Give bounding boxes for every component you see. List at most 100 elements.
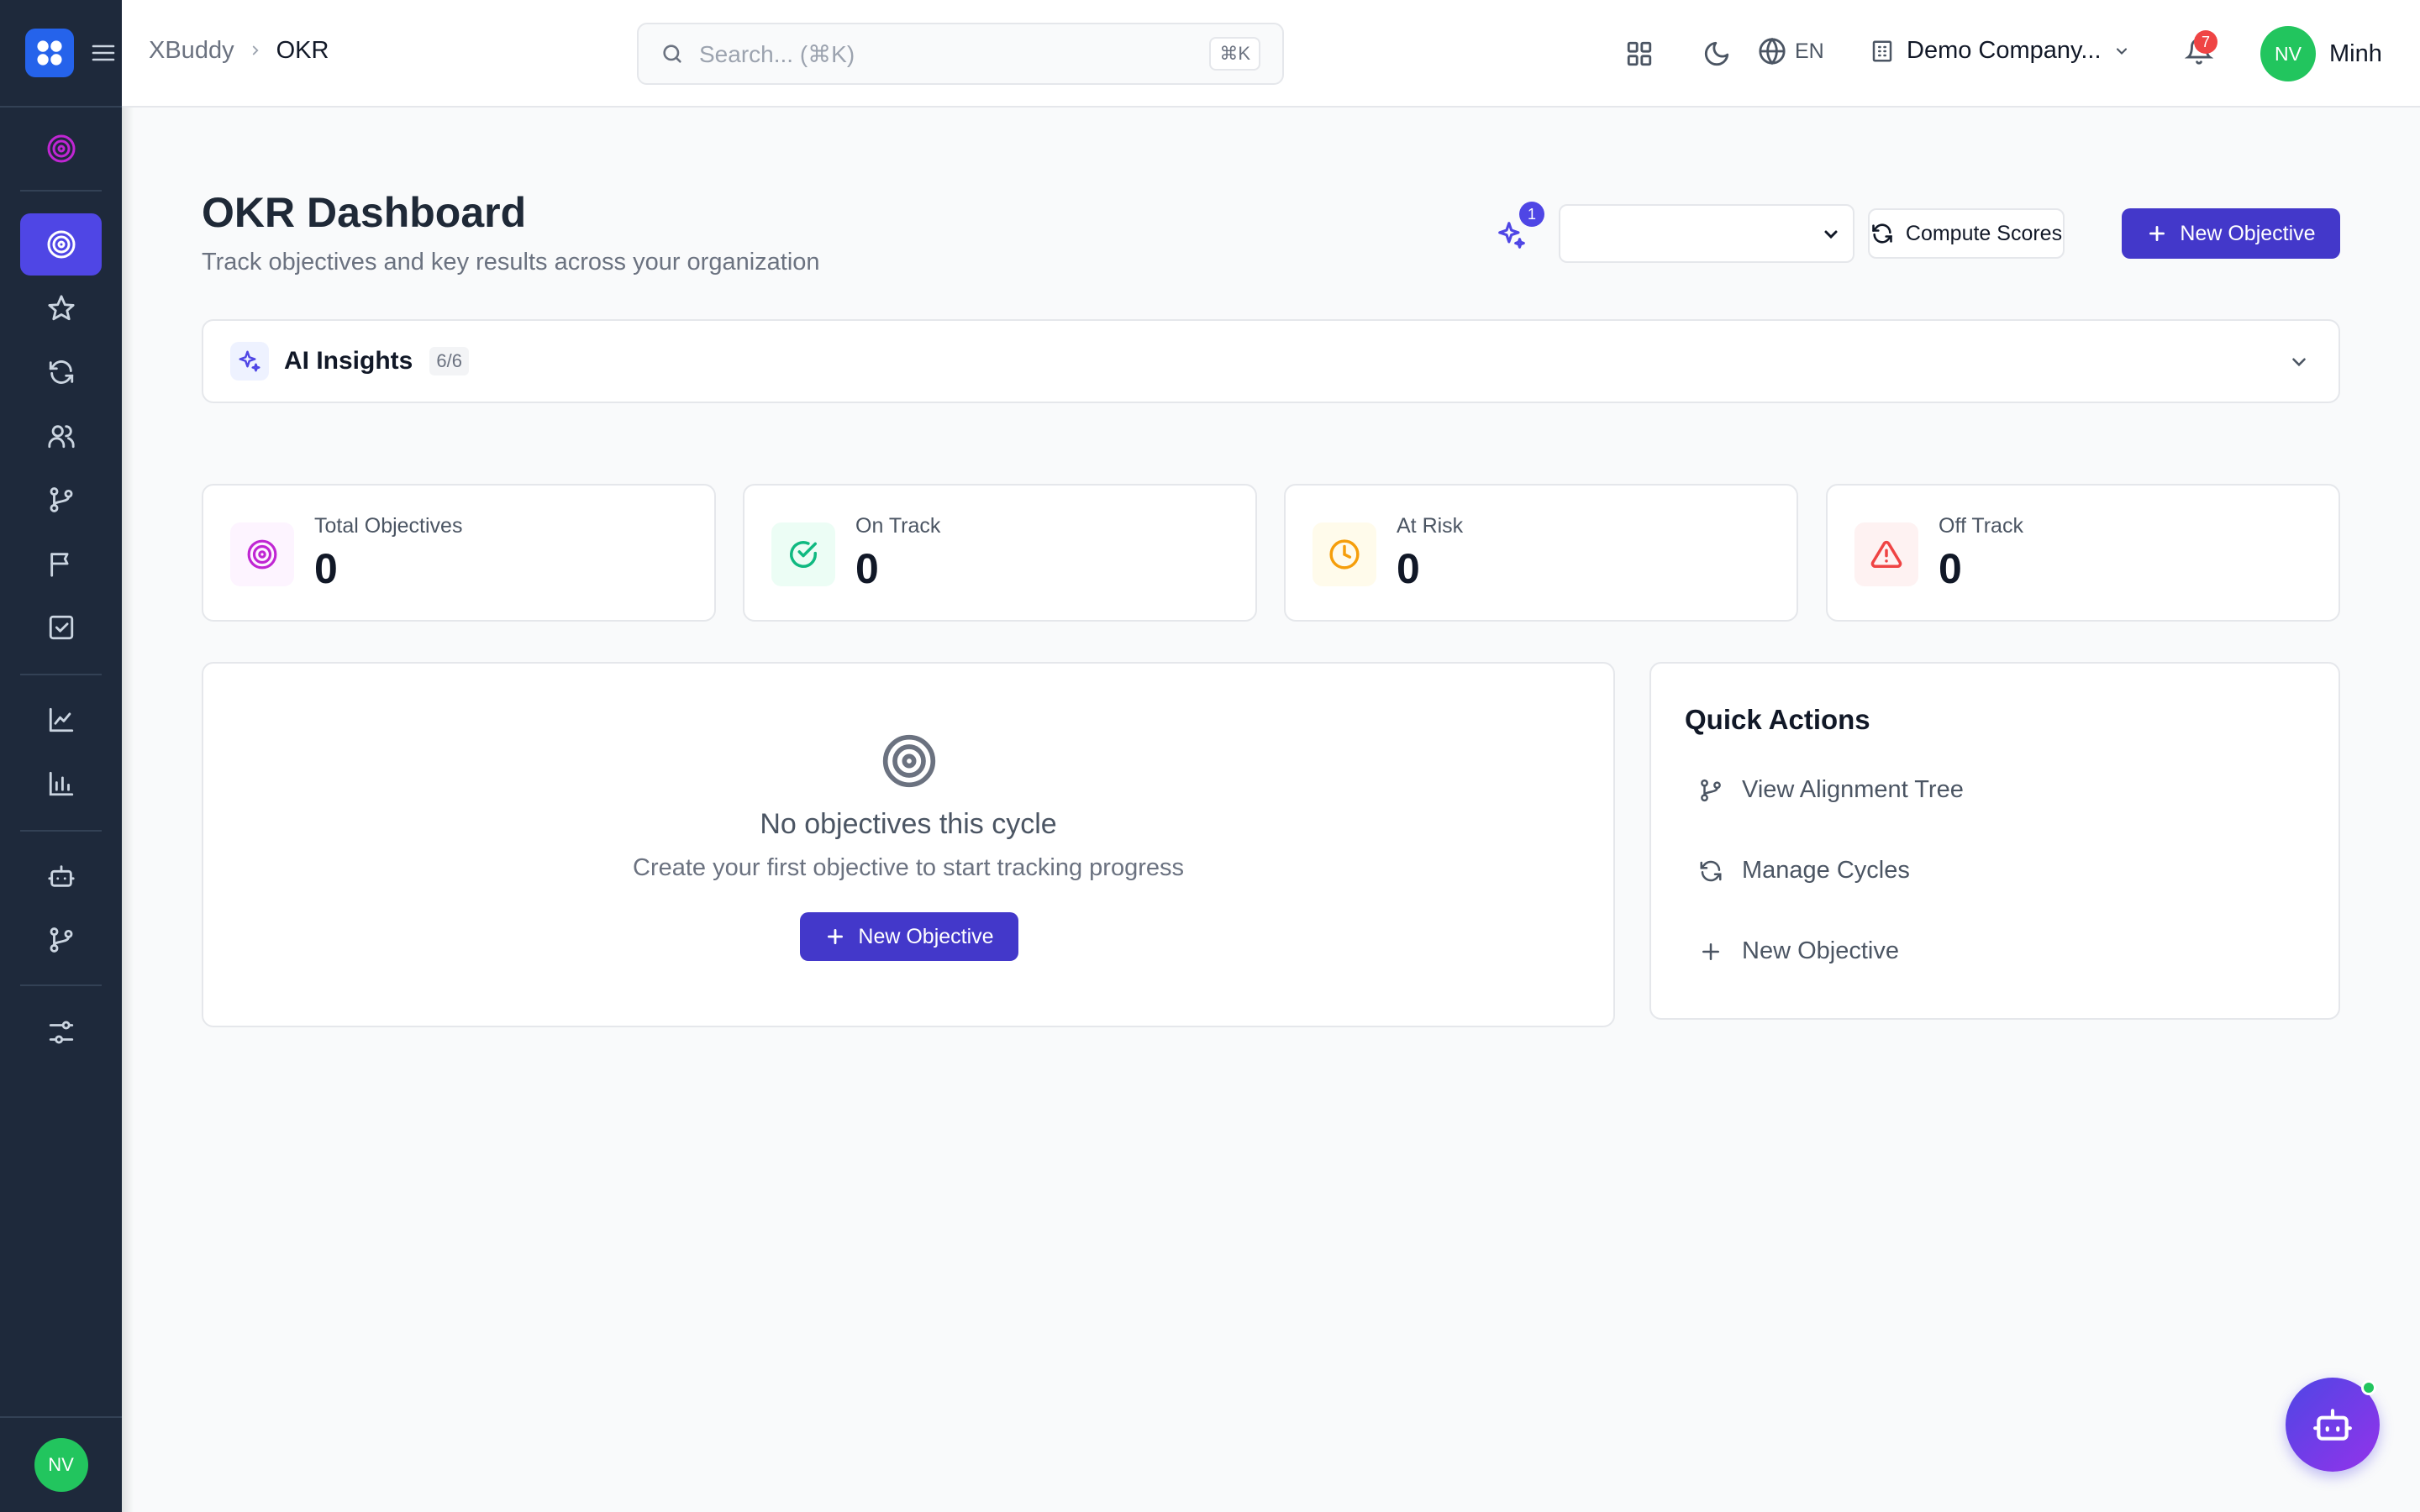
company-switcher[interactable]: Demo Company... <box>1870 37 2130 65</box>
sidebar-item-milestones[interactable] <box>20 533 102 595</box>
sidebar-divider <box>20 830 102 832</box>
page-title: OKR Dashboard <box>202 189 527 236</box>
quick-action-manage-cycles[interactable]: Manage Cycles <box>1698 857 1910 885</box>
plus-icon <box>828 929 844 944</box>
search-placeholder[interactable]: Search... (⌘K) <box>699 40 1209 68</box>
theme-toggle-button[interactable] <box>1697 34 1737 74</box>
avatar: NV <box>2260 26 2316 81</box>
page-subtitle: Track objectives and key results across … <box>202 249 820 276</box>
sidebar-item-ai-assistant[interactable] <box>20 845 102 907</box>
sidebar-user-avatar[interactable]: NV <box>34 1438 88 1492</box>
ai-insights-count: 6/6 <box>429 347 469 375</box>
online-status-dot <box>2361 1380 2376 1395</box>
breadcrumb: XBuddy OKR <box>149 37 329 65</box>
stat-value: 0 <box>1939 545 1962 592</box>
new-objective-button[interactable]: New Objective <box>2122 208 2340 259</box>
bot-icon <box>2313 1409 2352 1441</box>
git-branch-icon <box>50 927 72 953</box>
company-name: Demo Company... <box>1907 37 2102 64</box>
chevron-down-icon[interactable] <box>2288 351 2310 373</box>
sidebar-divider <box>20 190 102 192</box>
stat-value: 0 <box>314 545 338 592</box>
sparkles-icon <box>1498 222 1525 249</box>
alert-triangle-icon <box>1854 522 1918 586</box>
sidebar-item-favorites[interactable] <box>20 277 102 339</box>
sidebar-footer: NV <box>0 1416 122 1512</box>
sidebar-item-alignment[interactable] <box>20 469 102 531</box>
user-menu[interactable]: NV Minh <box>2260 26 2382 81</box>
sidebar-item-okr-home[interactable] <box>20 118 102 180</box>
apps-grid-button[interactable] <box>1619 34 1660 74</box>
sidebar: NV <box>0 0 122 1512</box>
sidebar-item-analytics[interactable] <box>20 689 102 751</box>
quick-action-label: View Alignment Tree <box>1742 776 1964 803</box>
chevron-right-icon <box>248 38 263 64</box>
objectives-empty-state: No objectives this cycle Create your fir… <box>202 662 1615 1027</box>
empty-state-title: No objectives this cycle <box>760 808 1057 840</box>
git-branch-icon <box>1701 779 1721 801</box>
user-name: Minh <box>2329 39 2382 67</box>
chevron-down-icon <box>2116 47 2127 55</box>
main-content: OKR Dashboard Track objectives and key r… <box>122 108 2420 1512</box>
line-chart-icon <box>49 707 73 732</box>
clock-icon <box>1313 522 1376 586</box>
ai-suggest-count-badge: 1 <box>1519 202 1544 227</box>
refresh-icon <box>1872 223 1892 244</box>
sidebar-divider <box>20 674 102 675</box>
target-icon <box>882 734 936 788</box>
stat-card-on-track: On Track 0 <box>743 484 1257 622</box>
cycle-select[interactable] <box>1559 204 1854 263</box>
quick-action-alignment-tree[interactable]: View Alignment Tree <box>1698 776 1964 804</box>
empty-new-objective-button[interactable]: New Objective <box>800 912 1018 961</box>
star-icon <box>47 295 75 321</box>
sliders-icon <box>49 1021 73 1044</box>
app-logo[interactable] <box>25 29 74 77</box>
sidebar-item-reports[interactable] <box>20 753 102 815</box>
sidebar-item-workflows[interactable] <box>20 909 102 971</box>
sidebar-item-settings[interactable] <box>20 1001 102 1063</box>
sidebar-item-checkins[interactable] <box>20 596 102 659</box>
target-icon <box>230 522 294 586</box>
refresh-icon <box>1700 860 1722 881</box>
breadcrumb-item-home[interactable]: XBuddy <box>149 37 234 65</box>
sidebar-item-cycles[interactable] <box>20 341 102 403</box>
stat-card-at-risk: At Risk 0 <box>1284 484 1798 622</box>
menu-icon[interactable] <box>91 40 116 66</box>
ai-insights-panel[interactable]: AI Insights 6/6 <box>202 319 2340 403</box>
moon-icon <box>1704 41 1729 66</box>
stat-value: 0 <box>855 545 879 592</box>
users-icon <box>47 425 75 449</box>
sparkles-icon <box>230 342 269 381</box>
sidebar-item-teams[interactable] <box>20 405 102 467</box>
plus-icon <box>1702 942 1719 960</box>
quick-actions-panel: Quick Actions View Alignment Tree Manage… <box>1649 662 2340 1020</box>
target-icon <box>47 230 75 259</box>
top-header: XBuddy OKR Search... (⌘K) ⌘K EN Demo Com… <box>122 0 2420 108</box>
search-bar[interactable]: Search... (⌘K) ⌘K <box>637 23 1284 85</box>
building-icon <box>1872 40 1892 61</box>
bot-icon <box>47 865 75 887</box>
git-branch-icon <box>50 487 72 512</box>
sidebar-header <box>0 0 122 108</box>
grid-icon <box>1627 41 1652 66</box>
target-icon <box>47 134 75 163</box>
bar-chart-icon <box>49 771 73 796</box>
notification-count-badge: 7 <box>2194 30 2217 54</box>
language-label: EN <box>1795 39 1824 63</box>
stat-card-off-track: Off Track 0 <box>1826 484 2340 622</box>
stat-card-total: Total Objectives 0 <box>202 484 716 622</box>
flag-icon <box>50 553 69 577</box>
breadcrumb-item-current: OKR <box>276 37 329 64</box>
stat-label: Off Track <box>1939 514 2023 538</box>
ai-insights-title: AI Insights <box>284 347 413 375</box>
check-circle-icon <box>771 522 835 586</box>
compute-scores-label: Compute Scores <box>1905 221 2063 245</box>
quick-action-label: Manage Cycles <box>1742 857 1910 884</box>
quick-action-new-objective[interactable]: New Objective <box>1698 937 1899 965</box>
language-switcher[interactable]: EN <box>1758 37 1824 66</box>
sidebar-divider <box>20 984 102 986</box>
empty-new-objective-label: New Objective <box>858 924 994 948</box>
sidebar-item-dashboard[interactable] <box>20 213 102 276</box>
compute-scores-button[interactable]: Compute Scores <box>1868 208 2065 259</box>
empty-state-subtitle: Create your first objective to start tra… <box>633 854 1184 881</box>
